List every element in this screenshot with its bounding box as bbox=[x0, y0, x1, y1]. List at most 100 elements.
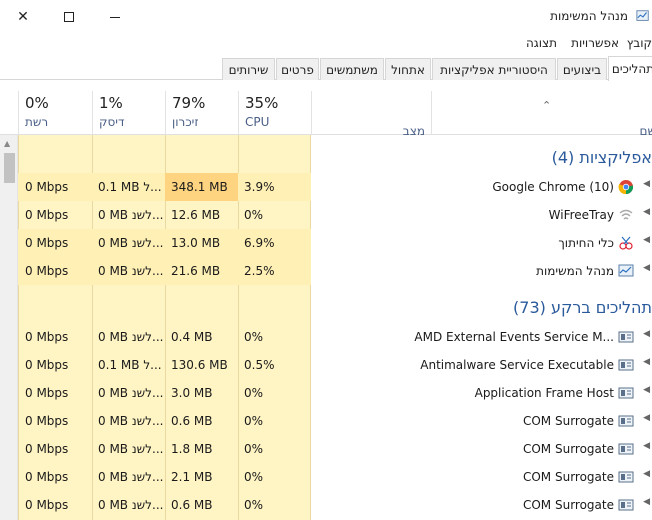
process-name: COM Surrogate bbox=[522, 498, 614, 512]
memory-label: זיכרון bbox=[172, 115, 199, 129]
background-process-row[interactable]: 0 Mbps 0 MB לשנ... 1.8 MB 0% COM Surrogate ◀ bbox=[18, 435, 652, 463]
process-name: Antimalware Service Executable bbox=[420, 358, 614, 372]
network-cell: 0 Mbps bbox=[25, 236, 69, 250]
memory-cell: 13.0 MB bbox=[171, 236, 221, 250]
window-title: מנהל המשימות bbox=[550, 9, 628, 23]
group-label-apps: אפליקציות (4) bbox=[551, 148, 652, 167]
background-process-row[interactable]: 0 Mbps 0 MB לשנ... 0.6 MB 0% COM Surrogate ◀ bbox=[18, 407, 652, 435]
disk-cell: 0 MB לשנ... bbox=[98, 264, 164, 278]
header-name[interactable]: ⌃ שם bbox=[431, 91, 652, 138]
header-disk[interactable]: 1% דיסק bbox=[92, 91, 165, 135]
header-network[interactable]: 0% רשת bbox=[18, 91, 92, 135]
service-icon bbox=[618, 329, 634, 345]
menu-file[interactable]: קובץ bbox=[627, 36, 652, 50]
memory-cell: 12.6 MB bbox=[171, 208, 221, 222]
header-cpu[interactable]: 35% CPU bbox=[238, 91, 311, 135]
tab-services[interactable]: שירותים bbox=[222, 58, 275, 80]
expand-chevron-icon[interactable]: ◀ bbox=[643, 235, 650, 245]
snipping-tool-icon bbox=[618, 235, 634, 251]
memory-cell: 348.1 MB bbox=[171, 180, 228, 194]
chrome-icon bbox=[618, 179, 634, 195]
disk-cell: 0 MB לשנ... bbox=[98, 208, 164, 222]
background-process-row[interactable]: 0 Mbps 0 MB לשנ... 0.4 MB 0% AMD External Ev… bbox=[18, 323, 652, 351]
close-icon: ✕ bbox=[17, 9, 29, 25]
expand-chevron-icon[interactable]: ◀ bbox=[643, 469, 650, 479]
app-row[interactable]: 0 Mbps 0 MB לשנ... 12.6 MB 0% WiFreeTray ◀ bbox=[18, 201, 652, 229]
memory-cell: 0.6 MB bbox=[171, 498, 213, 512]
expand-chevron-icon[interactable]: ◀ bbox=[643, 329, 650, 339]
memory-total: 79% bbox=[172, 94, 206, 112]
process-name: COM Surrogate bbox=[522, 442, 614, 456]
background-process-row[interactable]: 0 Mbps 0 MB לשנ... 3.0 MB 0% Application Fra… bbox=[18, 379, 652, 407]
expand-chevron-icon[interactable]: ◀ bbox=[643, 385, 650, 395]
disk-cell: 0 MB לשנ... bbox=[98, 498, 164, 512]
process-name: Google Chrome (10) bbox=[492, 180, 614, 194]
scrollbar[interactable]: ▲ bbox=[0, 135, 18, 520]
service-icon bbox=[618, 413, 634, 429]
disk-total: 1% bbox=[99, 94, 123, 112]
network-cell: 0 Mbps bbox=[25, 442, 69, 456]
disk-cell: 0 MB לשנ... bbox=[98, 236, 164, 250]
maximize-button[interactable] bbox=[46, 0, 92, 34]
app-row[interactable]: 0 Mbps 0.1 MB ל... 348.1 MB 3.9% Google Chro… bbox=[18, 173, 652, 201]
cpu-cell: 6.9% bbox=[244, 236, 275, 250]
network-cell: 0 Mbps bbox=[25, 208, 69, 222]
cpu-cell: 0.5% bbox=[244, 358, 275, 372]
minimize-button[interactable] bbox=[92, 0, 138, 34]
app-row[interactable]: 0 Mbps 0 MB לשנ... 13.0 MB 6.9% כלי החיתוך ◀ bbox=[18, 229, 652, 257]
disk-cell: 0 MB לשנ... bbox=[98, 442, 164, 456]
memory-cell: 2.1 MB bbox=[171, 470, 213, 484]
cpu-cell: 0% bbox=[244, 386, 264, 400]
service-icon bbox=[618, 385, 634, 401]
expand-chevron-icon[interactable]: ◀ bbox=[643, 207, 650, 217]
process-name: WiFreeTray bbox=[548, 208, 614, 222]
memory-cell: 130.6 MB bbox=[171, 358, 228, 372]
expand-chevron-icon[interactable]: ◀ bbox=[643, 441, 650, 451]
menu-bar: קובץ אפשרויות תצוגה bbox=[0, 34, 652, 54]
disk-cell: 0 MB לשנ... bbox=[98, 414, 164, 428]
menu-view[interactable]: תצוגה bbox=[526, 36, 557, 50]
network-cell: 0 Mbps bbox=[25, 330, 69, 344]
process-list[interactable]: ▲ אפליקציות (4) 0 Mbps 0.1 MB ל... 348.1 M… bbox=[0, 135, 652, 520]
expand-chevron-icon[interactable]: ◀ bbox=[643, 357, 650, 367]
sort-up-icon: ⌃ bbox=[542, 99, 552, 112]
scrollbar-thumb[interactable] bbox=[4, 153, 15, 183]
network-cell: 0 Mbps bbox=[25, 386, 69, 400]
tab-details[interactable]: פרטים bbox=[276, 58, 319, 80]
expand-chevron-icon[interactable]: ◀ bbox=[643, 497, 650, 507]
tab-users[interactable]: משתמשים bbox=[320, 58, 384, 80]
cpu-cell: 0% bbox=[244, 470, 264, 484]
header-memory[interactable]: 79% זיכרון bbox=[165, 91, 238, 135]
expand-chevron-icon[interactable]: ◀ bbox=[643, 263, 650, 273]
minimize-icon bbox=[110, 16, 120, 18]
background-process-row[interactable]: 0 Mbps 0 MB לשנ... 2.1 MB 0% COM Surrogate ◀ bbox=[18, 463, 652, 491]
memory-cell: 1.8 MB bbox=[171, 442, 213, 456]
app-row[interactable]: 0 Mbps 0 MB לשנ... 21.6 MB 2.5% מנהל המשימות… bbox=[18, 257, 652, 285]
scroll-up-icon[interactable]: ▲ bbox=[4, 139, 10, 148]
memory-cell: 0.4 MB bbox=[171, 330, 213, 344]
background-process-row[interactable]: 0 Mbps 0.1 MB ל... 130.6 MB 0.5% Antimalware… bbox=[18, 351, 652, 379]
group-header-background[interactable]: תהליכים ברקע (73) bbox=[18, 295, 652, 321]
process-name: מנהל המשימות bbox=[536, 264, 614, 278]
menu-options[interactable]: אפשרויות bbox=[571, 36, 619, 50]
memory-cell: 3.0 MB bbox=[171, 386, 213, 400]
task-manager-icon bbox=[636, 10, 649, 21]
title-bar: ✕ מנהל המשימות bbox=[0, 0, 652, 34]
process-name: COM Surrogate bbox=[522, 470, 614, 484]
background-process-row[interactable]: 0 Mbps 0 MB לשנ... 0.6 MB 0% COM Surrogate ◀ bbox=[18, 491, 652, 519]
header-status[interactable]: מצב bbox=[311, 91, 431, 138]
network-total: 0% bbox=[25, 94, 49, 112]
tab-startup[interactable]: אתחול bbox=[385, 58, 431, 80]
disk-cell: 0.1 MB ל... bbox=[98, 358, 162, 372]
expand-chevron-icon[interactable]: ◀ bbox=[643, 179, 650, 189]
service-icon bbox=[618, 469, 634, 485]
group-header-apps[interactable]: אפליקציות (4) bbox=[18, 145, 652, 171]
tab-performance[interactable]: ביצועים bbox=[557, 58, 607, 80]
close-button[interactable]: ✕ bbox=[0, 0, 46, 34]
expand-chevron-icon[interactable]: ◀ bbox=[643, 413, 650, 423]
tab-app-history[interactable]: היסטוריית אפליקציות bbox=[432, 58, 556, 80]
wifi-icon bbox=[618, 207, 634, 223]
tab-processes[interactable]: תהליכים bbox=[608, 56, 652, 81]
network-cell: 0 Mbps bbox=[25, 358, 69, 372]
memory-cell: 0.6 MB bbox=[171, 414, 213, 428]
